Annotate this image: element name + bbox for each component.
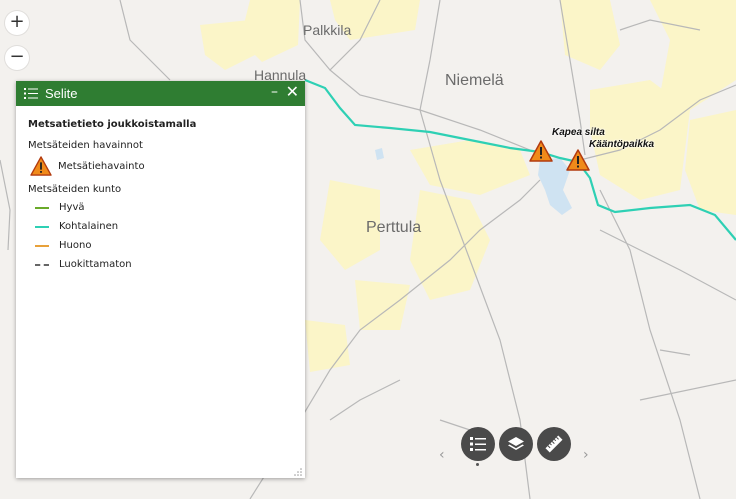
legend-swatch-hyva [35,206,49,209]
legend-item-label: Hyvä [59,202,85,213]
zoom-in-button[interactable]: + [5,11,29,35]
condition-title: Metsäteiden kunto [28,184,122,195]
layers-button[interactable] [499,427,533,461]
legend-item-observation: Metsätiehavainto [28,154,293,178]
legend-item-label: Luokittamaton [59,259,132,270]
resize-handle-icon[interactable] [294,468,302,476]
warning-marker-icon[interactable] [566,149,590,171]
legend-swatch-luokittamaton [35,263,49,266]
close-button[interactable]: ✕ [286,82,299,101]
place-palkkila: Palkkila [303,22,352,38]
layers-icon [508,437,524,450]
dock-next-arrow[interactable]: › [583,447,589,463]
warning-icon [30,156,52,176]
legend-item-huono: Huono [28,236,293,255]
minimize-button[interactable]: – [271,84,278,100]
legend-item-kohtalainen: Kohtalainen [28,217,293,236]
legend-title: Selite [45,86,78,101]
poi-label-kapea-silta: Kapea silta [552,127,605,138]
legend-panel: Selite – ✕ Metsatietieto joukkoistamalla… [16,81,305,478]
legend-swatch-huono [35,244,49,247]
place-niemela: Niemelä [445,72,504,89]
warning-marker-icon[interactable] [529,140,553,162]
legend-button[interactable] [461,427,495,461]
ruler-icon [545,435,563,453]
dock-prev-arrow[interactable]: ‹ [439,447,445,463]
measure-button[interactable] [537,427,571,461]
legend-icon [470,437,486,451]
legend-body: Metsatietieto joukkoistamalla Metsäteide… [16,106,305,274]
zoom-out-button[interactable]: − [5,46,29,70]
legend-swatch-kohtalainen [35,225,49,228]
legend-item-label: Metsätiehavainto [58,160,145,172]
active-indicator [476,463,479,466]
legend-item-hyva: Hyvä [28,198,293,217]
legend-item-label: Kohtalainen [59,221,119,232]
legend-item-label: Huono [59,240,92,251]
list-icon [24,88,38,99]
observations-title: Metsäteiden havainnot [28,140,143,151]
legend-header[interactable]: Selite – ✕ [16,81,305,106]
legend-heading: Metsatietieto joukkoistamalla [28,119,197,130]
poi-label-kaantopaikka: Kääntöpaikka [589,139,655,150]
place-perttula: Perttula [366,219,422,236]
legend-item-luokittamaton: Luokittamaton [28,255,293,274]
